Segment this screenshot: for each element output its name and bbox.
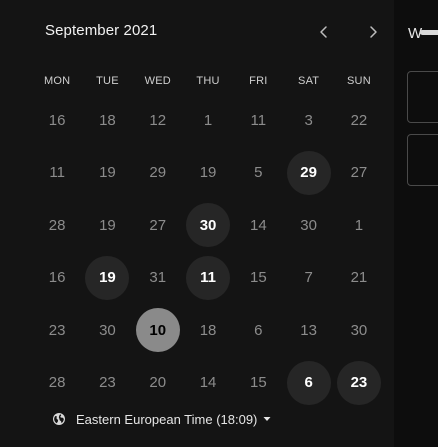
timezone-label: Eastern European Time (18:09) xyxy=(76,411,258,427)
day-cell[interactable]: 5 xyxy=(236,151,280,195)
calendar-grid: MON TUE WED THU FRI SAT SUN 16 18 12 1 11 3 22 11 19 29… xyxy=(32,68,384,409)
day-cell[interactable]: 23 xyxy=(85,361,129,405)
day-cell[interactable]: 19 xyxy=(85,203,129,247)
day-cell[interactable]: 16 xyxy=(35,256,79,300)
day-cell[interactable]: 1 xyxy=(186,98,230,142)
chevron-right-icon xyxy=(370,26,377,38)
weekday-header-row: MON TUE WED THU FRI SAT SUN xyxy=(32,68,384,94)
calendar-week-row: 16 18 12 1 11 3 22 xyxy=(32,94,384,147)
day-cell[interactable]: 1 xyxy=(337,203,381,247)
day-cell[interactable]: 11 xyxy=(236,98,280,142)
day-cell[interactable]: 12 xyxy=(136,98,180,142)
next-month-button[interactable] xyxy=(361,20,385,44)
weekday-label: WED xyxy=(144,75,171,87)
day-cell[interactable]: 15 xyxy=(236,361,280,405)
weekday-label: SAT xyxy=(298,75,320,87)
day-cell[interactable]: 30 xyxy=(337,308,381,352)
available-day[interactable]: 6 xyxy=(286,360,331,405)
chevron-left-icon xyxy=(320,26,327,38)
calendar-week-row: 16 19 31 11 15 7 21 xyxy=(32,252,384,305)
available-day[interactable]: 30 xyxy=(186,203,231,248)
day-cell[interactable]: 31 xyxy=(136,256,180,300)
day-cell[interactable]: 16 xyxy=(35,98,79,142)
day-cell[interactable]: 27 xyxy=(337,151,381,195)
available-day[interactable]: 19 xyxy=(85,255,130,300)
weekday-label: FRI xyxy=(249,75,268,87)
day-cell[interactable]: 19 xyxy=(85,151,129,195)
month-label: September 2021 xyxy=(45,22,158,39)
day-cell[interactable]: 30 xyxy=(85,308,129,352)
day-cell[interactable]: 21 xyxy=(337,256,381,300)
timezone-selector[interactable]: Eastern European Time (18:09) xyxy=(52,409,271,429)
day-cell[interactable]: 29 xyxy=(136,151,180,195)
day-cell[interactable]: 15 xyxy=(236,256,280,300)
calendar-header: September 2021 xyxy=(0,0,394,64)
day-cell[interactable]: 13 xyxy=(287,308,331,352)
day-cell[interactable]: 18 xyxy=(186,308,230,352)
day-cell[interactable]: 18 xyxy=(85,98,129,142)
day-cell[interactable]: 23 xyxy=(35,308,79,352)
day-cell[interactable]: 14 xyxy=(236,203,280,247)
available-day[interactable]: 11 xyxy=(186,255,231,300)
calendar-week-row: 11 19 29 19 5 29 27 xyxy=(32,147,384,200)
available-day[interactable]: 23 xyxy=(336,360,381,405)
day-cell[interactable]: 28 xyxy=(35,361,79,405)
day-cell[interactable]: 19 xyxy=(186,151,230,195)
weekday-label: MON xyxy=(44,75,71,87)
day-cell[interactable]: 30 xyxy=(287,203,331,247)
day-cell[interactable]: 11 xyxy=(35,151,79,195)
time-slot-button[interactable] xyxy=(407,134,438,186)
selected-day[interactable]: 10 xyxy=(135,308,180,353)
weekday-label: THU xyxy=(196,75,220,87)
calendar-panel: September 2021 MON TUE WED THU FRI SAT SUN 16 1… xyxy=(0,0,394,447)
weekday-label: SUN xyxy=(347,75,371,87)
day-cell[interactable]: 22 xyxy=(337,98,381,142)
calendar-week-row: 28 23 20 14 15 6 23 xyxy=(32,357,384,410)
day-cell[interactable]: 3 xyxy=(287,98,331,142)
weekday-label: TUE xyxy=(96,75,119,87)
day-cell[interactable]: 7 xyxy=(287,256,331,300)
time-slot-button[interactable] xyxy=(407,71,438,123)
caret-down-icon xyxy=(263,416,271,422)
calendar-weeks: 16 18 12 1 11 3 22 11 19 29 19 5 29 27 28 19 27 30 14 30 1 16… xyxy=(32,94,384,409)
calendar-week-row: 23 30 10 18 6 13 30 xyxy=(32,304,384,357)
day-cell[interactable]: 14 xyxy=(186,361,230,405)
side-scrollbar[interactable] xyxy=(420,30,438,35)
calendar-week-row: 28 19 27 30 14 30 1 xyxy=(32,199,384,252)
side-column xyxy=(394,0,438,447)
prev-month-button[interactable] xyxy=(312,20,336,44)
day-cell[interactable]: 28 xyxy=(35,203,79,247)
day-cell[interactable]: 6 xyxy=(236,308,280,352)
globe-icon xyxy=(52,412,66,426)
day-cell[interactable]: 20 xyxy=(136,361,180,405)
available-day[interactable]: 29 xyxy=(286,150,331,195)
day-cell[interactable]: 27 xyxy=(136,203,180,247)
